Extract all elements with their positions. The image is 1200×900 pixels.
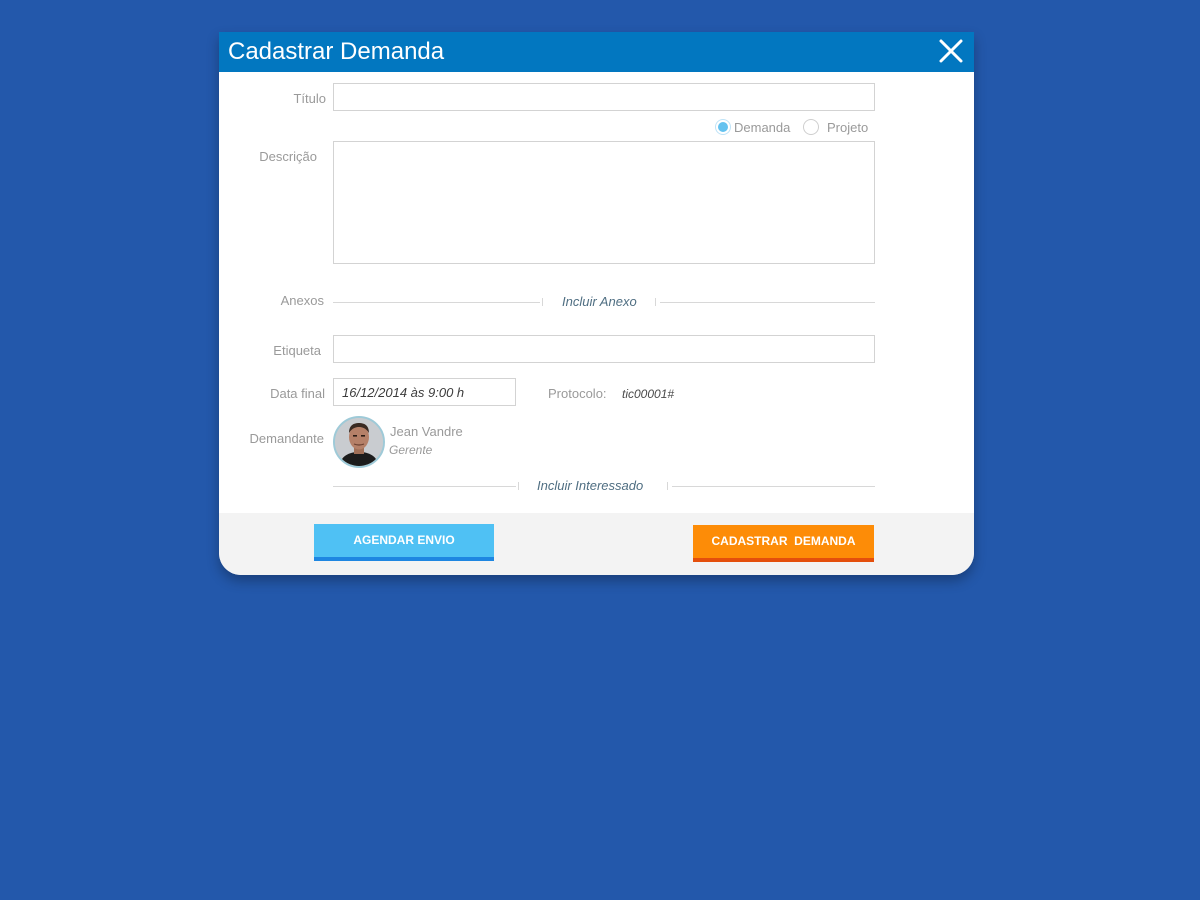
data-final-input[interactable] <box>333 378 516 406</box>
descricao-textarea[interactable] <box>333 141 875 264</box>
radio-projeto-label: Projeto <box>827 119 869 135</box>
demandante-name: Jean Vandre <box>390 424 463 439</box>
agendar-envio-button[interactable]: AGENDAR ENVIO <box>314 524 494 561</box>
demandante-role: Gerente <box>389 443 433 457</box>
radio-projeto-dot[interactable] <box>803 119 819 135</box>
descricao-label: Descrição <box>259 149 317 164</box>
interessado-divider-right <box>672 486 875 487</box>
protocolo-label: Protocolo: <box>548 386 607 401</box>
cadastrar-demanda-button[interactable]: CADASTRAR DEMANDA <box>693 525 874 562</box>
titulo-label: Título <box>293 91 326 106</box>
dialog-header: Cadastrar Demanda <box>219 32 974 72</box>
titulo-input[interactable] <box>333 83 875 111</box>
incluir-anexo-link[interactable]: Incluir Anexo <box>562 294 637 309</box>
radio-demanda-label: Demanda <box>734 119 791 135</box>
interessado-divider-tick-left <box>518 482 519 490</box>
radio-demanda-dot[interactable] <box>715 119 731 135</box>
anexos-divider-right <box>660 302 875 303</box>
anexos-divider-tick-right <box>655 298 656 306</box>
incluir-interessado-link[interactable]: Incluir Interessado <box>537 478 643 493</box>
demandante-label: Demandante <box>249 431 324 446</box>
interessado-divider-left <box>333 486 516 487</box>
protocolo-value: tic00001# <box>622 387 675 401</box>
dialog-title: Cadastrar Demanda <box>228 38 445 65</box>
cadastrar-demanda-dialog: Cadastrar Demanda Título Demanda Projeto… <box>219 32 974 575</box>
radio-demanda[interactable]: Demanda <box>715 119 790 135</box>
close-icon[interactable] <box>938 38 964 64</box>
etiqueta-label: Etiqueta <box>273 343 321 358</box>
etiqueta-input[interactable] <box>333 335 875 363</box>
interessado-divider-tick-right <box>667 482 668 490</box>
data-final-label: Data final <box>270 386 325 401</box>
radio-projeto[interactable]: Projeto <box>803 119 868 135</box>
anexos-label: Anexos <box>280 293 324 308</box>
avatar <box>333 416 385 468</box>
anexos-divider-tick-left <box>542 298 543 306</box>
dialog-footer: AGENDAR ENVIO CADASTRAR DEMANDA <box>219 513 974 575</box>
anexos-divider-left <box>333 302 540 303</box>
